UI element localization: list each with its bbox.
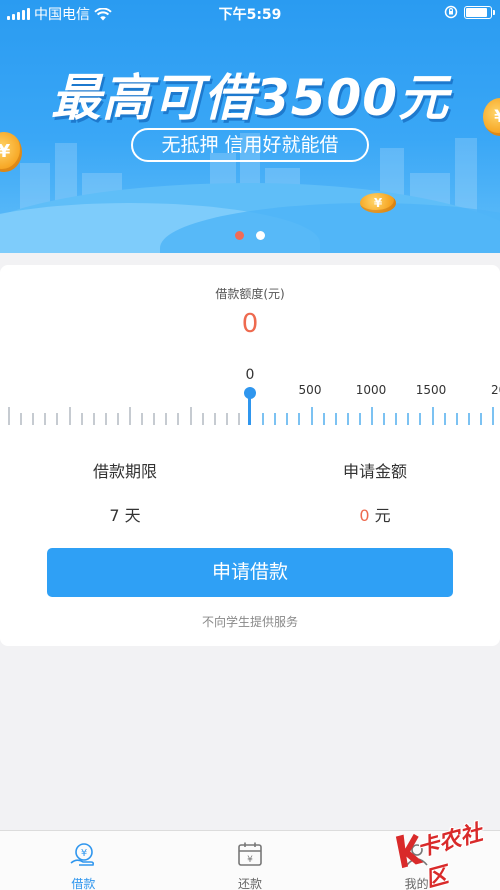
slider-tick <box>129 407 131 425</box>
apply-loan-button[interactable]: 申请借款 <box>47 548 453 597</box>
slider-tick <box>395 413 397 425</box>
slider-tick <box>214 413 216 425</box>
tab-loan[interactable]: ¥ 借款 <box>0 831 167 890</box>
slider-scale-label: 200 <box>491 383 500 397</box>
slider-tick <box>480 413 482 425</box>
rotation-lock-icon <box>444 5 458 19</box>
calendar-icon: ¥ <box>238 842 262 866</box>
slider-tick <box>141 413 143 425</box>
amount-label: 借款额度(元) <box>215 287 285 301</box>
slider-tick <box>153 413 155 425</box>
slider-tick <box>311 407 313 425</box>
slider-tick <box>323 413 325 425</box>
clock: 下午5:59 <box>218 7 282 23</box>
page-dot[interactable] <box>256 231 265 240</box>
svg-text:¥: ¥ <box>247 855 253 865</box>
slider-tick <box>238 413 240 425</box>
community-watermark: 卡农社区 <box>390 806 500 890</box>
tab-label: 借款 <box>71 877 96 890</box>
slider-tick <box>93 413 95 425</box>
slider-tick <box>347 413 349 425</box>
promo-banner[interactable]: ¥ ¥ ¥ 最高可借3500元 无抵押 信用好就能借 <box>0 0 500 253</box>
slider-tick <box>468 413 470 425</box>
slider-handle[interactable] <box>244 387 256 399</box>
slider-tick <box>335 413 337 425</box>
loan-card: 借款额度(元) 0 0 500 1000 1500 200 借款期限 7 天 申… <box>0 265 500 646</box>
slider-tick <box>432 407 434 425</box>
slider-tick <box>383 413 385 425</box>
slider-tick <box>359 413 361 425</box>
slider-scale-label: 500 <box>298 383 322 397</box>
slider-tick <box>69 407 71 425</box>
apply-amount-value: 0 元 <box>250 502 500 526</box>
slider-tick <box>202 413 204 425</box>
slider-tick <box>274 413 276 425</box>
loan-term-title: 借款期限 <box>92 462 157 481</box>
tab-label: 还款 <box>238 877 263 890</box>
apply-amount: 申请金额 0 元 <box>250 458 500 526</box>
slider-tick <box>56 413 58 425</box>
loan-term: 借款期限 7 天 <box>0 458 250 526</box>
status-bar: 中国电信 下午5:59 <box>0 0 500 26</box>
slider-tick <box>177 413 179 425</box>
slider-tick <box>8 407 10 425</box>
amount-value: 0 <box>241 309 259 339</box>
tab-repay[interactable]: ¥ 还款 <box>167 831 334 890</box>
apply-amount-title: 申请金额 <box>342 462 407 481</box>
slider-tick <box>456 413 458 425</box>
banner-page-indicator <box>0 231 500 240</box>
slider-tick <box>262 413 264 425</box>
battery-icon <box>464 5 495 19</box>
coin-bottom-icon: ¥ <box>360 193 396 213</box>
slider-tick <box>492 407 494 425</box>
slider-tick <box>117 413 119 425</box>
slider-tick <box>190 407 192 425</box>
apply-amount-unit: 元 <box>374 506 391 525</box>
service-note: 不向学生提供服务 <box>201 615 298 629</box>
slider-tick <box>20 413 22 425</box>
slider-tick <box>371 407 373 425</box>
slider-tick <box>407 413 409 425</box>
slider-tick <box>32 413 34 425</box>
slider-tick <box>298 413 300 425</box>
slider-tick <box>105 413 107 425</box>
apply-amount-number: 0 <box>359 506 370 525</box>
slider-tick <box>44 413 46 425</box>
banner-headline: 最高可借3500元 <box>50 69 450 127</box>
banner-subtitle: 无抵押 信用好就能借 <box>131 128 369 162</box>
slider-tick <box>226 413 228 425</box>
slider-tick <box>165 413 167 425</box>
watermark-text: 卡农社区 <box>414 820 486 890</box>
slider-current-label: 0 <box>245 367 255 383</box>
loan-term-value: 7 天 <box>109 506 141 525</box>
page-dot-active[interactable] <box>235 231 244 240</box>
slider-scale-label: 1000 <box>355 383 387 397</box>
slider-tick <box>419 413 421 425</box>
slider-tick <box>81 413 83 425</box>
svg-text:¥: ¥ <box>81 848 87 859</box>
slider-tick <box>286 413 288 425</box>
amount-slider[interactable]: 0 500 1000 1500 200 <box>0 365 500 425</box>
loan-hand-coin-icon: ¥ <box>70 843 95 866</box>
slider-scale-label: 1500 <box>415 383 447 397</box>
slider-tick <box>444 413 446 425</box>
